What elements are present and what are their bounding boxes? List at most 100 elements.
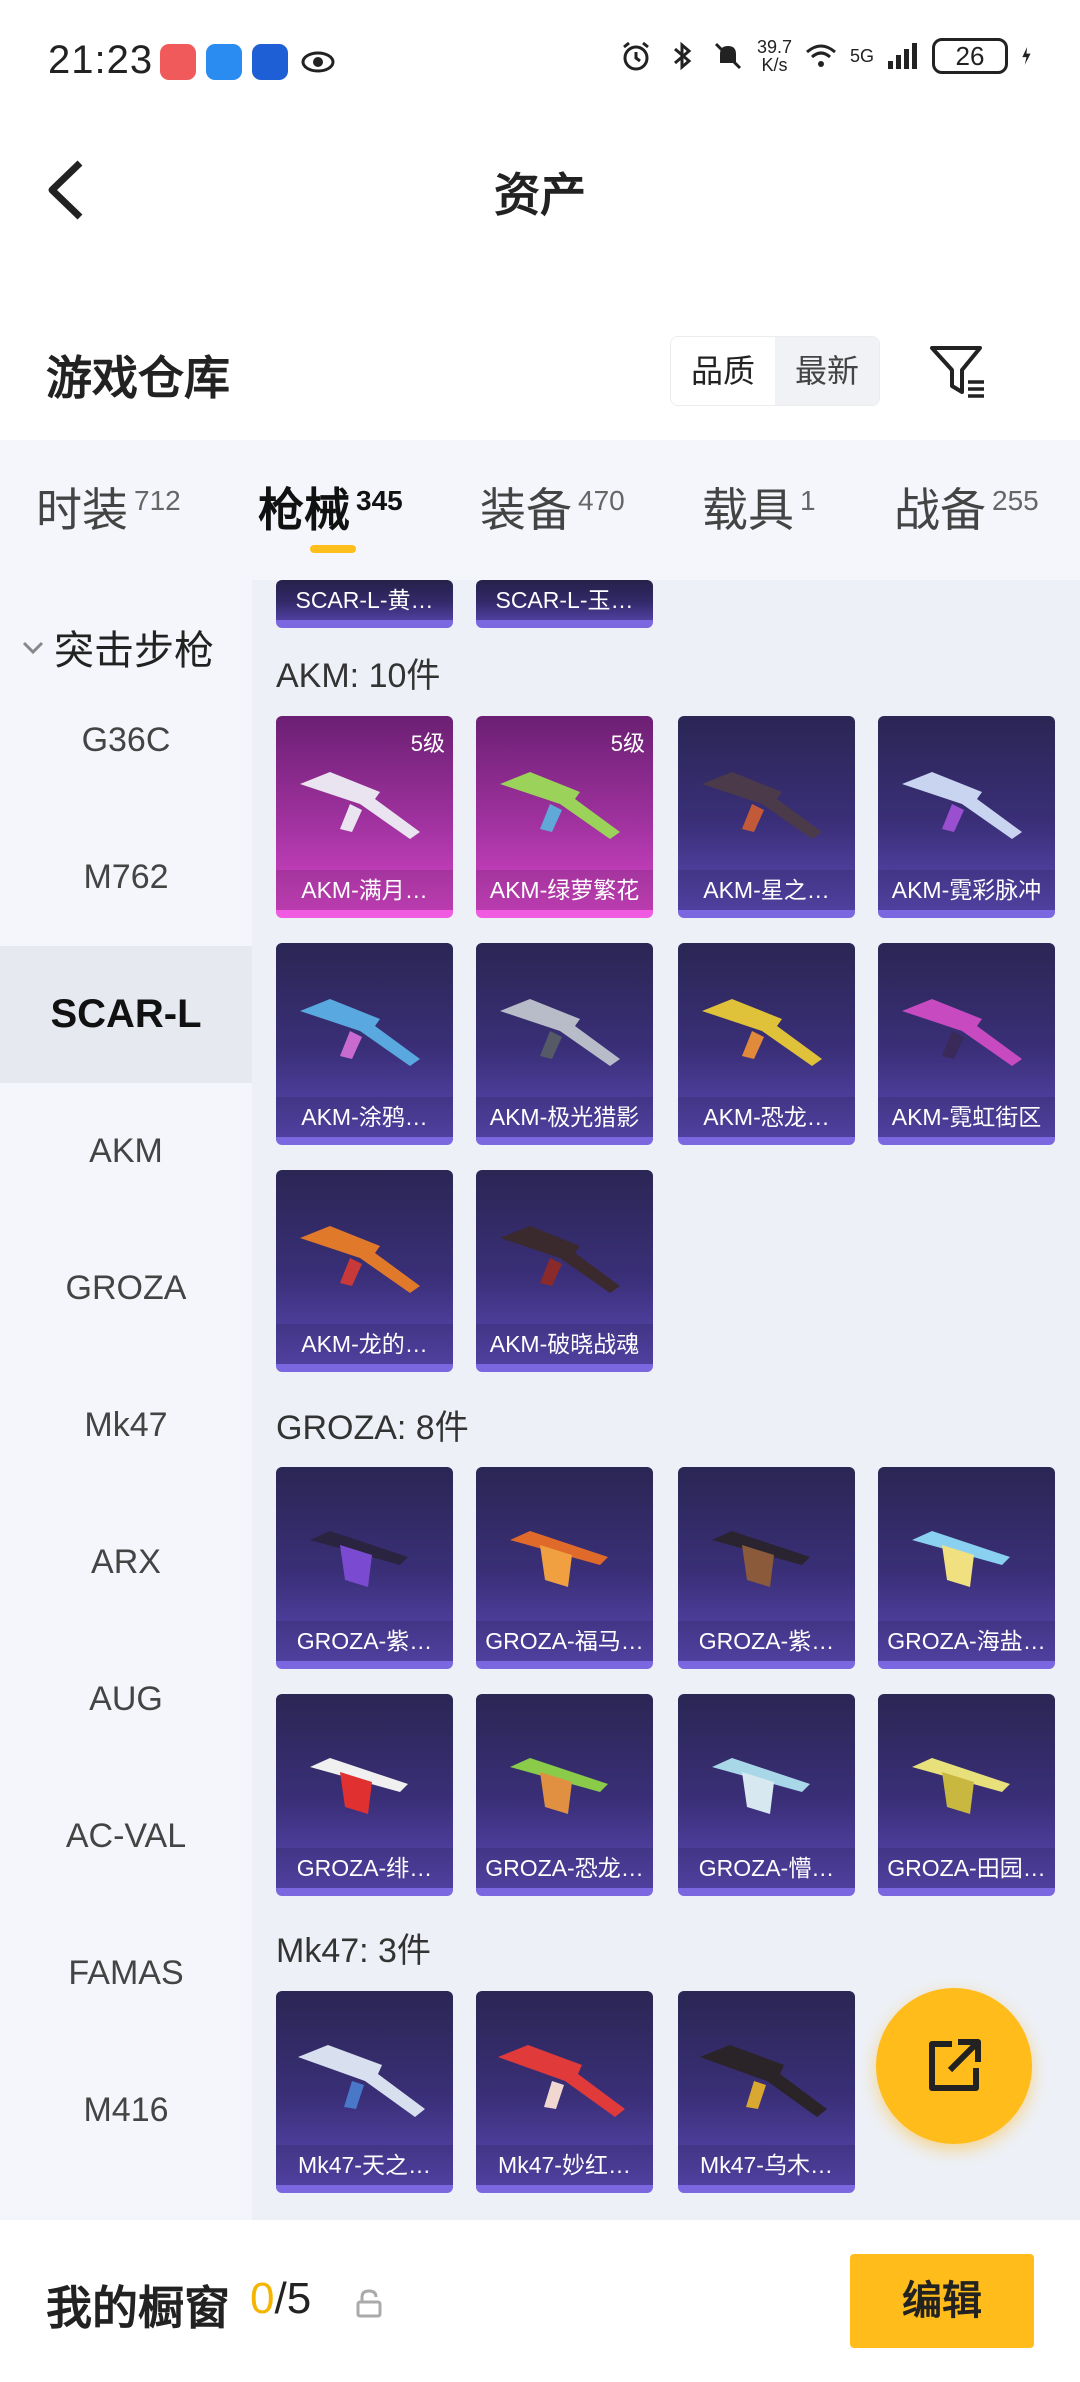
- rifle-icon: [310, 1531, 408, 1587]
- rifle-icon: [500, 999, 620, 1066]
- showcase-label: 我的橱窗: [46, 2282, 230, 2334]
- tab-equipment[interactable]: 装备 470: [480, 474, 625, 540]
- tab-fashion[interactable]: 时装 712: [36, 474, 181, 540]
- weapon-card[interactable]: Mk47-天之…: [276, 1991, 453, 2193]
- weapon-card-name: Mk47-天之…: [276, 2145, 453, 2185]
- wifi-icon: [806, 44, 836, 67]
- weapon-card[interactable]: 5级 AKM-绿萝繁花: [476, 716, 653, 918]
- sidebar-group-assault-rifles[interactable]: 突击步枪: [20, 618, 214, 676]
- rifle-icon: [510, 1758, 608, 1814]
- sidebar-group-label: 突击步枪: [54, 629, 214, 673]
- external-link-icon: [929, 2039, 981, 2091]
- tab-label: 时装: [36, 484, 128, 536]
- weapon-card-name: AKM-满月…: [276, 870, 453, 910]
- sidebar-item-famas[interactable]: FAMAS: [0, 1905, 252, 2042]
- tab-count: 255: [992, 484, 1039, 516]
- showcase-total: /5: [274, 2274, 312, 2323]
- weapon-card[interactable]: AKM-极光猎影: [476, 943, 653, 1145]
- weapon-card[interactable]: Mk47-妙红…: [476, 1991, 653, 2193]
- weapon-card-name: Mk47-妙红…: [476, 2145, 653, 2185]
- weapon-card[interactable]: AKM-恐龙…: [678, 943, 855, 1145]
- status-right: 39.7 K/s 5G 26: [619, 38, 1040, 74]
- weapon-card[interactable]: Mk47-乌木…: [678, 1991, 855, 2193]
- weapon-card-name: GROZA-绯…: [276, 1848, 453, 1888]
- sidebar-item-arx[interactable]: ARX: [0, 1494, 252, 1631]
- section-title-mk47: Mk47: 3件: [276, 1932, 431, 1970]
- weapon-card[interactable]: SCAR-L-黄…: [276, 580, 453, 628]
- warehouse-row: 游戏仓库 品质 最新: [0, 300, 1080, 440]
- weapon-card-name: GROZA-海盐…: [878, 1621, 1055, 1661]
- signal-label: 5G: [849, 45, 874, 66]
- tab-count: 1: [800, 484, 816, 516]
- weapon-card-name: AKM-破晓战魂: [476, 1324, 653, 1364]
- weapon-card[interactable]: AKM-龙的…: [276, 1170, 453, 1372]
- mute-icon: [714, 42, 741, 70]
- filter-icon[interactable]: [928, 342, 988, 402]
- weapon-card[interactable]: GROZA-紫…: [678, 1467, 855, 1669]
- weapon-card-name: AKM-霓彩脉冲: [878, 870, 1055, 910]
- weapon-card[interactable]: GROZA-田园…: [878, 1694, 1055, 1896]
- section-title-akm: AKM: 10件: [276, 657, 441, 695]
- rifle-icon: [510, 1531, 608, 1587]
- weapon-card[interactable]: SCAR-L-玉…: [476, 580, 653, 628]
- rifle-icon: [712, 1531, 810, 1587]
- edit-button[interactable]: 编辑: [850, 2254, 1034, 2348]
- weapon-card[interactable]: AKM-星之…: [678, 716, 855, 918]
- notification-app-icon-blue: [206, 44, 242, 80]
- sidebar-item-scar-l[interactable]: SCAR-L: [0, 946, 252, 1083]
- rifle-icon: [902, 999, 1022, 1066]
- showcase-bar: 我的橱窗 0/5 编辑: [0, 2222, 1080, 2382]
- weapon-card-name: GROZA-懵…: [678, 1848, 855, 1888]
- weapon-card-name: SCAR-L-玉…: [476, 580, 653, 620]
- notification-app-icon-car: [252, 44, 288, 80]
- sidebar-item-m416[interactable]: M416: [0, 2042, 252, 2179]
- weapon-card[interactable]: GROZA-紫…: [276, 1467, 453, 1669]
- tab-label: 战备: [894, 484, 986, 536]
- tab-guns[interactable]: 枪械 345: [258, 474, 403, 540]
- tab-combat-gear[interactable]: 战备 255: [894, 474, 1039, 540]
- tab-label: 装备: [480, 484, 572, 536]
- weapon-card[interactable]: GROZA-绯…: [276, 1694, 453, 1896]
- rifle-icon: [712, 1758, 810, 1814]
- sidebar-item-m762[interactable]: M762: [0, 809, 252, 946]
- sidebar-item-mk47[interactable]: Mk47: [0, 1357, 252, 1494]
- chevron-down-icon: [22, 641, 44, 655]
- tab-count: 345: [356, 484, 403, 516]
- weapon-card[interactable]: GROZA-海盐…: [878, 1467, 1055, 1669]
- weapon-card[interactable]: GROZA-恐龙…: [476, 1694, 653, 1896]
- rifle-icon: [902, 772, 1022, 839]
- tab-count: 470: [578, 484, 625, 516]
- weapon-card-name: GROZA-福马…: [476, 1621, 653, 1661]
- weapon-card[interactable]: 5级 AKM-满月…: [276, 716, 453, 918]
- rifle-icon: [498, 2045, 625, 2117]
- tab-vehicles[interactable]: 载具 1: [702, 474, 816, 540]
- rifle-icon: [500, 772, 620, 839]
- rifle-icon: [300, 772, 420, 839]
- sidebar-item-akm[interactable]: AKM: [0, 1083, 252, 1220]
- share-fab-button[interactable]: [876, 1988, 1032, 2144]
- sort-quality-button[interactable]: 品质: [671, 337, 775, 405]
- weapon-card[interactable]: AKM-霓彩脉冲: [878, 716, 1055, 918]
- rifle-icon: [702, 772, 822, 839]
- sidebar-item-g36c[interactable]: G36C: [0, 672, 252, 809]
- sidebar-item-ac-val[interactable]: AC-VAL: [0, 1768, 252, 1905]
- weapon-card-name: GROZA-紫…: [276, 1621, 453, 1661]
- weapon-card[interactable]: GROZA-懵…: [678, 1694, 855, 1896]
- rifle-icon: [912, 1758, 1010, 1814]
- weapon-card-name: AKM-霓虹街区: [878, 1097, 1055, 1137]
- weapon-card[interactable]: AKM-霓虹街区: [878, 943, 1055, 1145]
- showcase-count: 0/5: [250, 2274, 311, 2324]
- rifle-icon: [310, 1758, 408, 1814]
- weapon-card-name: AKM-恐龙…: [678, 1097, 855, 1137]
- weapon-card[interactable]: AKM-破晓战魂: [476, 1170, 653, 1372]
- status-app-icons: [160, 44, 338, 80]
- alarm-icon: [623, 41, 649, 71]
- header: 资产: [0, 125, 1080, 255]
- weapon-card[interactable]: GROZA-福马…: [476, 1467, 653, 1669]
- weapon-card[interactable]: AKM-涂鸦…: [276, 943, 453, 1145]
- sort-newest-button[interactable]: 最新: [775, 337, 879, 405]
- sidebar-item-aug[interactable]: AUG: [0, 1631, 252, 1768]
- lock-icon: [356, 2289, 382, 2318]
- showcase-current: 0: [250, 2274, 275, 2323]
- sidebar-item-groza[interactable]: GROZA: [0, 1220, 252, 1357]
